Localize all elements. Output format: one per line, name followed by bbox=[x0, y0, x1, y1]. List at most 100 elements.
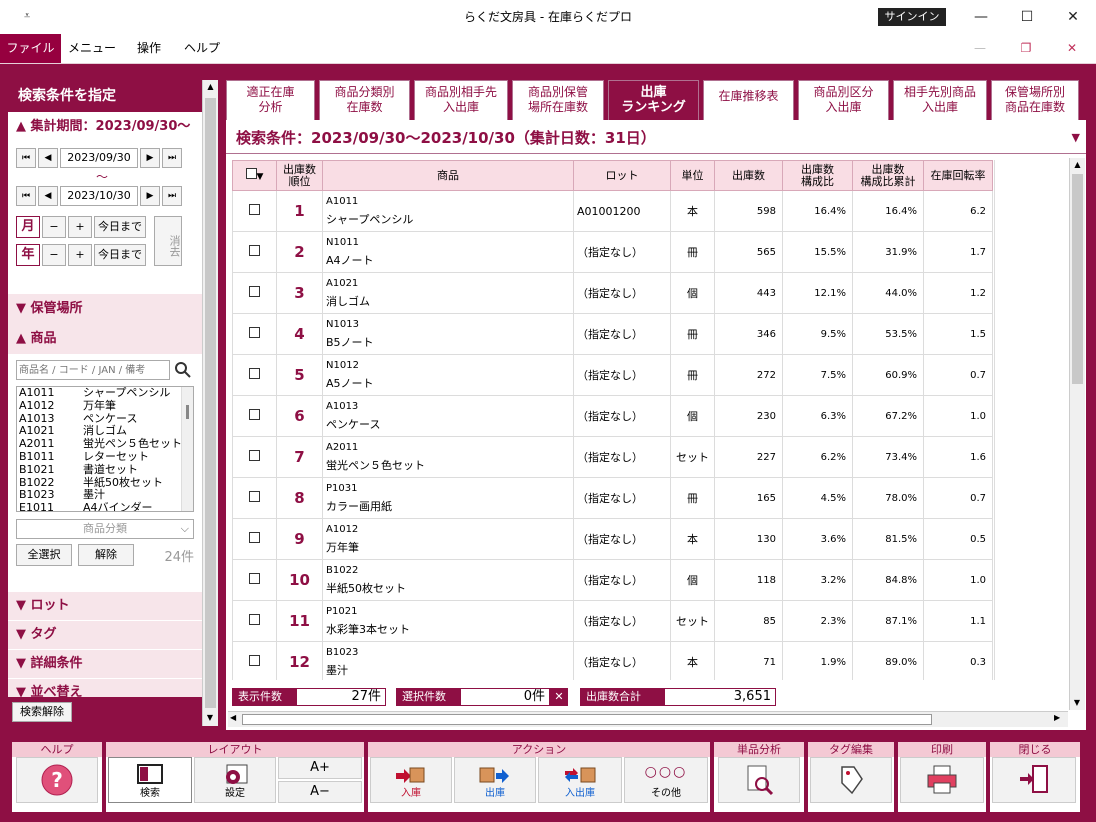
table-row[interactable]: 9 A1012 万年筆 （指定なし）本 130 3.6% 81.5% 0.5 bbox=[232, 518, 993, 560]
last-date-to-button[interactable]: ⏭ bbox=[162, 186, 182, 206]
menu-file[interactable]: ファイル bbox=[0, 34, 61, 63]
menu-operations[interactable]: 操作 bbox=[126, 34, 172, 63]
table-row[interactable]: 7 A2011 蛍光ペン５色セット （指定なし） セット 227 6.2% 73.4% 1.6 bbox=[232, 436, 993, 478]
row-checkbox[interactable] bbox=[249, 614, 260, 625]
chevron-down-icon[interactable]: ▼ bbox=[257, 172, 264, 182]
row-checkbox[interactable] bbox=[249, 245, 260, 256]
help-button[interactable]: ? bbox=[16, 757, 98, 803]
date-to-field[interactable]: 2023/10/30 bbox=[60, 186, 138, 206]
inner-close-button[interactable]: ✕ bbox=[1060, 34, 1084, 63]
cum-ratio-header[interactable]: 出庫数 構成比累計 bbox=[852, 160, 924, 191]
product-header[interactable]: 商品 bbox=[322, 160, 574, 191]
signin-button[interactable]: サインイン bbox=[878, 8, 946, 26]
month-minus-button[interactable]: − bbox=[42, 216, 66, 238]
tab-3[interactable]: 商品別保管 場所在庫数 bbox=[512, 80, 604, 120]
inner-minimize-button[interactable]: — bbox=[968, 34, 992, 63]
prev-date-to-button[interactable]: ◀ bbox=[38, 186, 58, 206]
row-select-cell[interactable] bbox=[232, 354, 277, 396]
next-date-to-button[interactable]: ▶ bbox=[140, 186, 160, 206]
tab-5[interactable]: 在庫推移表 bbox=[703, 80, 794, 120]
tab-2[interactable]: 商品別相手先 入出庫 bbox=[414, 80, 508, 120]
year-plus-button[interactable]: + bbox=[68, 244, 92, 266]
collapse-icon[interactable]: ▼ bbox=[1072, 122, 1080, 154]
header-checkbox[interactable] bbox=[245, 168, 257, 179]
row-select-cell[interactable] bbox=[232, 518, 277, 560]
search-clear-button[interactable]: 検索解除 bbox=[12, 702, 72, 722]
row-select-cell[interactable] bbox=[232, 313, 277, 355]
row-checkbox[interactable] bbox=[249, 491, 260, 502]
ratio-header[interactable]: 出庫数 構成比 bbox=[782, 160, 853, 191]
menu-menu[interactable]: メニュー bbox=[64, 34, 120, 63]
date-from-field[interactable]: 2023/09/30 bbox=[60, 148, 138, 168]
left-scroll-down-icon[interactable]: ▼ bbox=[203, 711, 217, 725]
row-select-cell[interactable] bbox=[232, 600, 277, 642]
row-checkbox[interactable] bbox=[249, 286, 260, 297]
row-select-cell[interactable] bbox=[232, 190, 277, 232]
row-select-cell[interactable] bbox=[232, 641, 277, 680]
select-all-header[interactable]: ▼ bbox=[232, 160, 277, 191]
product-list-item[interactable]: E1011 A4バインダー bbox=[17, 501, 193, 511]
row-checkbox[interactable] bbox=[249, 450, 260, 461]
print-button[interactable] bbox=[900, 757, 984, 803]
first-date-to-button[interactable]: ⏮ bbox=[16, 186, 36, 206]
table-row[interactable]: 12 B1023 墨汁 （指定なし）本 71 1.9% 89.0% 0.3 bbox=[232, 641, 993, 680]
table-row[interactable]: 6 A1013 ペンケース （指定なし）個 230 6.3% 67.2% 1.0 bbox=[232, 395, 993, 437]
left-panel-scrollbar[interactable]: ▲ bbox=[202, 80, 218, 726]
tab-0[interactable]: 適正在庫 分析 bbox=[226, 80, 315, 120]
period-section-header[interactable]: ▲ 集計期間：2023/09/30〜 bbox=[8, 114, 202, 140]
year-today-button[interactable]: 今日まで bbox=[94, 244, 146, 266]
tab-4[interactable]: 出庫 ランキング bbox=[608, 80, 699, 120]
table-row[interactable]: 10 B1022 半紙50枚セット （指定なし）個 118 3.2% 84.8% 1.0 bbox=[232, 559, 993, 601]
table-row[interactable]: 5 N1012 A5ノート （指定なし）冊 272 7.5% 60.9% 0.7 bbox=[232, 354, 993, 396]
row-checkbox[interactable] bbox=[249, 573, 260, 584]
maximize-button[interactable]: ☐ bbox=[1004, 0, 1050, 34]
deselect-button[interactable]: 解除 bbox=[78, 544, 134, 566]
row-select-cell[interactable] bbox=[232, 231, 277, 273]
turnover-header[interactable]: 在庫回転率 bbox=[923, 160, 993, 191]
table-row[interactable]: 8 P1031 カラー画用紙 （指定なし）冊 165 4.5% 78.0% 0.7 bbox=[232, 477, 993, 519]
last-date-from-button[interactable]: ⏭ bbox=[162, 148, 182, 168]
clear-selection-icon[interactable]: ✕ bbox=[550, 688, 568, 706]
product-list[interactable]: A1011 シャープペンシル A1012 万年筆 A1013 ペンケース A1021 消しゴム… bbox=[16, 386, 194, 512]
layout-search-button[interactable]: 検索 bbox=[108, 757, 192, 803]
table-row[interactable]: 3 A1021 消しゴム （指定なし）個 443 12.1% 44.0% 1.2 bbox=[232, 272, 993, 314]
font-size-down-button[interactable]: A− bbox=[278, 781, 362, 803]
table-horizontal-scrollbar[interactable]: ◀ ▶ bbox=[228, 711, 1068, 727]
lot-section-header[interactable]: ▼ ロット bbox=[8, 592, 202, 620]
month-today-button[interactable]: 今日まで bbox=[94, 216, 146, 238]
table-row[interactable]: 1 A1011 シャープペンシル A01001200 本 598 16.4% 16.4% 6.2 bbox=[232, 190, 993, 232]
unit-header[interactable]: 単位 bbox=[670, 160, 715, 191]
select-all-button[interactable]: 全選択 bbox=[16, 544, 72, 566]
scroll-right-icon[interactable]: ▶ bbox=[1054, 713, 1060, 722]
rank-header[interactable]: 出庫数 順位 bbox=[276, 160, 323, 191]
exit-button[interactable] bbox=[992, 757, 1076, 803]
row-checkbox[interactable] bbox=[249, 204, 260, 215]
scroll-down-icon[interactable]: ▼ bbox=[1070, 696, 1084, 710]
qty-header[interactable]: 出庫数 bbox=[714, 160, 783, 191]
category-select[interactable]: 商品分類 ⌵ bbox=[16, 519, 194, 539]
year-minus-button[interactable]: − bbox=[42, 244, 66, 266]
row-select-cell[interactable] bbox=[232, 477, 277, 519]
tab-7[interactable]: 相手先別商品 入出庫 bbox=[893, 80, 987, 120]
lot-header[interactable]: ロット bbox=[573, 160, 671, 191]
sort-section-header[interactable]: ▼ 並べ替え bbox=[8, 679, 202, 697]
stock-out-button[interactable]: 出庫 bbox=[454, 757, 536, 803]
first-date-from-button[interactable]: ⏮ bbox=[16, 148, 36, 168]
search-icon[interactable] bbox=[174, 360, 192, 380]
row-select-cell[interactable] bbox=[232, 436, 277, 478]
storage-section-header[interactable]: ▼ 保管場所 bbox=[8, 294, 202, 324]
detail-section-header[interactable]: ▼ 詳細条件 bbox=[8, 650, 202, 678]
other-actions-button[interactable]: ○○○ その他 bbox=[624, 757, 708, 803]
scroll-left-icon[interactable]: ◀ bbox=[230, 713, 236, 722]
next-date-from-button[interactable]: ▶ bbox=[140, 148, 160, 168]
row-select-cell[interactable] bbox=[232, 559, 277, 601]
table-row[interactable]: 11 P1021 水彩筆3本セット （指定なし） セット 85 2.3% 87.1% 1.1 bbox=[232, 600, 993, 642]
clear-period-button[interactable]: 消去 bbox=[154, 216, 182, 266]
row-checkbox[interactable] bbox=[249, 532, 260, 543]
tag-section-header[interactable]: ▼ タグ bbox=[8, 621, 202, 649]
table-row[interactable]: 4 N1013 B5ノート （指定なし）冊 346 9.5% 53.5% 1.5 bbox=[232, 313, 993, 355]
table-row[interactable]: 2 N1011 A4ノート （指定なし）冊 565 15.5% 31.9% 1.7 bbox=[232, 231, 993, 273]
table-vertical-scrollbar[interactable]: ▲ bbox=[1069, 158, 1085, 710]
tab-8[interactable]: 保管場所別 商品在庫数 bbox=[991, 80, 1079, 120]
row-checkbox[interactable] bbox=[249, 655, 260, 666]
